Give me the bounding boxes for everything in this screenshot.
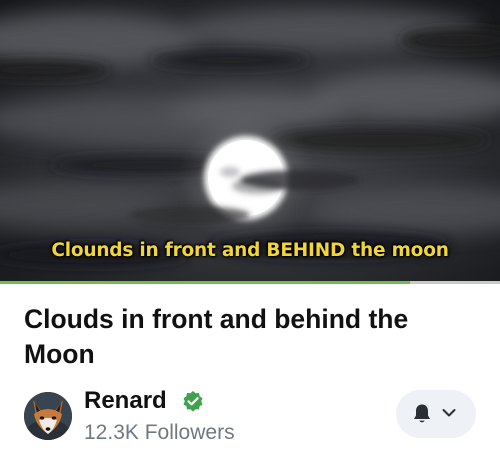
channel-name[interactable]: Renard xyxy=(84,386,167,416)
post-title: Clouds in front and behind the Moon xyxy=(24,304,409,369)
bell-icon xyxy=(414,404,430,423)
video-player[interactable]: Clounds in front and BEHIND the moon xyxy=(0,0,500,284)
video-progress-bar[interactable] xyxy=(0,281,500,284)
followers-count: 12.3K Followers xyxy=(84,421,235,444)
chevron-down-icon xyxy=(442,409,456,417)
avatar[interactable] xyxy=(24,392,72,440)
video-caption: Clounds in front and BEHIND the moon xyxy=(51,240,449,261)
fox-avatar-image xyxy=(24,392,72,440)
notification-settings-button[interactable] xyxy=(396,390,476,438)
video-progress-fill xyxy=(0,281,410,284)
verified-check-icon xyxy=(183,391,203,412)
